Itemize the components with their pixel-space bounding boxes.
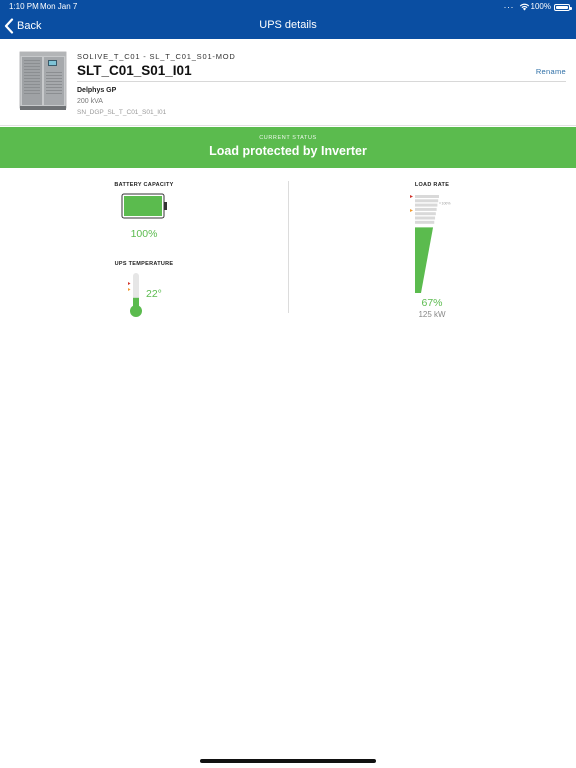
load-scale-bar (415, 212, 436, 216)
status-battery-percent: 100% (530, 2, 551, 11)
temperature-warning-marker (128, 288, 131, 291)
load-warning-marker (410, 209, 413, 212)
load-gauge-icon: 100% (410, 195, 451, 293)
load-scale-bar (415, 195, 439, 198)
load-scale-bar (415, 199, 439, 203)
multitasking-dots-icon: ··· (503, 2, 514, 12)
status-date: Mon Jan 7 (40, 2, 78, 11)
divider (77, 81, 566, 82)
battery-capacity-value: 100% (130, 228, 158, 240)
wifi-icon (519, 3, 530, 11)
metrics-divider (288, 181, 289, 313)
battery-status-icon (554, 4, 572, 11)
thermometer-icon (128, 273, 142, 317)
load-scale-bar (415, 203, 438, 207)
status-time: 1:10 PM (9, 2, 39, 11)
nav-bar: Back UPS details (0, 14, 576, 39)
load-scale-bar (415, 216, 436, 220)
rename-button[interactable]: Rename (536, 67, 566, 76)
load-scale-bar (415, 207, 437, 211)
load-rate-value: 67% (421, 297, 443, 309)
load-level-fill (415, 227, 434, 293)
temperature-high-marker (128, 282, 131, 285)
device-path: SOLIVE_T_C01 - SL_T_C01_S01-MOD (77, 52, 236, 61)
device-header: SOLIVE_T_C01 - SL_T_C01_S01-MOD SLT_C01_… (0, 39, 576, 126)
battery-level-fill (124, 196, 162, 216)
load-scale-bars (415, 195, 439, 224)
device-model: Delphys GP (77, 87, 117, 94)
current-status-value: Load protected by Inverter (209, 144, 367, 158)
current-status-label: CURRENT STATUS (259, 135, 317, 141)
load-power-value: 125 kW (418, 310, 446, 319)
current-status-banner: CURRENT STATUS Load protected by Inverte… (0, 127, 576, 168)
ups-temperature-value: 22° (146, 288, 162, 300)
load-scale-label: 100% (442, 202, 451, 206)
home-indicator (200, 759, 376, 763)
top-bar: 1:10 PM Mon Jan 7 ··· 100% Back UPS deta… (0, 0, 576, 39)
device-serial-number: SN_DGP_SL_T_C01_S01_I01 (77, 109, 167, 116)
battery-gauge-icon (121, 193, 167, 219)
ups-temperature-title: UPS TEMPERATURE (114, 261, 174, 267)
load-scale-bar (415, 220, 435, 224)
load-high-marker (410, 195, 413, 198)
page-title: UPS details (259, 19, 317, 31)
device-power-rating: 200 kVA (77, 98, 103, 105)
device-name: SLT_C01_S01_I01 (77, 63, 192, 78)
battery-capacity-title: BATTERY CAPACITY (114, 182, 174, 188)
ups-cabinet-image (19, 51, 67, 110)
status-bar: 1:10 PM Mon Jan 7 ··· 100% (0, 0, 576, 14)
load-rate-title: LOAD RATE (414, 182, 450, 188)
